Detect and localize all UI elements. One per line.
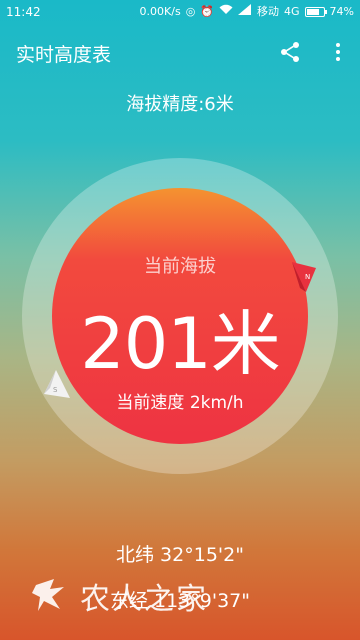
network-type: 4G [284,5,300,18]
current-speed: 当前速度 2km/h [116,393,244,413]
latitude-readout: 北纬 32°15'2" [116,544,244,566]
status-time: 11:42 [6,5,41,19]
battery-icon [304,7,327,17]
status-bar: 11:42 0.00K/s ◎ ⏰ 移动 4G 74% [0,0,360,24]
watermark-text: 农人之家 [80,582,208,617]
app-screen: 11:42 0.00K/s ◎ ⏰ 移动 4G 74% 实时高度表 海拔精度:6… [0,0,360,640]
share-icon[interactable] [278,40,302,64]
alarm-icon: ⏰ [200,5,215,18]
altitude-accuracy: 海拔精度:6米 [126,94,234,115]
battery-percent: 74% [329,5,354,18]
notification-icon: ◎ [185,5,196,18]
watermark-logo-icon [30,575,72,617]
signal-icon [238,0,252,24]
status-right: 0.00K/s ◎ ⏰ 移动 4G 74% [140,0,354,24]
watermark: 农人之家 [30,568,260,624]
more-vert-icon[interactable] [330,40,346,64]
app-title: 实时高度表 [16,44,112,66]
app-bar: 实时高度表 [0,28,360,76]
net-speed: 0.00K/s [139,5,181,18]
current-altitude-label: 当前海拔 [144,256,216,277]
carrier-label: 移动 [257,5,280,18]
altitude-value: 201米 [80,303,281,385]
wifi-icon [219,0,233,24]
